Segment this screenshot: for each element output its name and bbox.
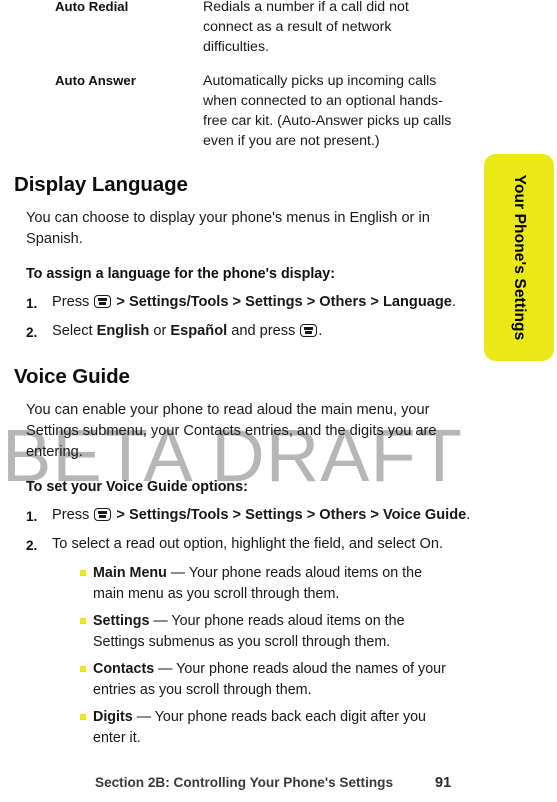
step-period: . (318, 323, 323, 339)
step-press-label: Press (52, 294, 90, 310)
page-footer: Section 2B: Controlling Your Phone's Set… (0, 775, 557, 791)
menu-ok-key-icon (94, 295, 112, 308)
setting-name: Auto Answer (55, 73, 136, 88)
footer-page-number: 91 (435, 775, 452, 791)
option-dash: — (166, 565, 189, 581)
step-press-label: Press (52, 507, 90, 523)
step-number: 2. (26, 325, 38, 340)
display-language-intro: You can choose to display your phone's m… (26, 210, 430, 247)
step-text: To select a read out option, highlight t… (52, 536, 444, 552)
step-conjunction: or (149, 323, 171, 339)
display-language-heading: Display Language (14, 173, 188, 196)
voice-guide-heading: Voice Guide (14, 365, 130, 388)
setting-name: Auto Redial (55, 0, 129, 14)
menu-ok-key-icon (94, 508, 112, 521)
setting-description: Automatically picks up incoming calls wh… (203, 73, 452, 149)
voice-guide-options-list: Main Menu — Your phone reads aloud items… (0, 563, 557, 748)
footer-section-title: Section 2B: Controlling Your Phone's Set… (95, 775, 394, 790)
option-dash: — (149, 613, 172, 629)
list-item: Main Menu — Your phone reads aloud items… (80, 563, 453, 604)
step-text: Press > Settings/Tools > Settings > Othe… (52, 292, 472, 313)
step-number: 2. (26, 538, 38, 553)
list-item: 1. Press > Settings/Tools > Settings > O… (0, 505, 557, 527)
table-row: Auto Redial Redials a number if a call d… (0, 0, 557, 57)
menu-ok-key-icon (300, 324, 318, 337)
chapter-side-tab-label: Your Phone's Settings (511, 174, 528, 341)
step-period: . (466, 507, 471, 523)
option-english: English (96, 323, 150, 339)
option-dash: — (132, 709, 155, 725)
step-press-suffix: and press (227, 323, 300, 339)
voice-guide-steps: 1. Press > Settings/Tools > Settings > O… (0, 505, 557, 556)
list-item: Digits — Your phone reads back each digi… (80, 707, 453, 748)
step-menu-path: > Settings/Tools > Settings > Others > V… (112, 507, 467, 523)
option-term: Contacts (93, 661, 155, 677)
step-number: 1. (26, 509, 38, 524)
option-term: Settings (93, 613, 150, 629)
option-term: Digits (93, 709, 133, 725)
option-espanol: Español (170, 323, 228, 339)
step-menu-path: > Settings/Tools > Settings > Others > L… (112, 294, 452, 310)
voice-guide-intro: You can enable your phone to read aloud … (26, 402, 437, 460)
setting-description: Redials a number if a call did not conne… (203, 0, 409, 55)
option-dash: — (154, 661, 177, 677)
step-text: Press > Settings/Tools > Settings > Othe… (52, 505, 472, 526)
table-row: Auto Answer Automatically picks up incom… (0, 71, 557, 151)
display-language-steps: 1. Press > Settings/Tools > Settings > O… (0, 292, 557, 343)
settings-table: Auto Redial Redials a number if a call d… (0, 0, 557, 151)
list-item: 2. To select a read out option, highligh… (0, 534, 557, 556)
display-language-lead-in: To assign a language for the phone's dis… (26, 266, 335, 282)
step-period: . (451, 294, 456, 310)
option-term: Main Menu (93, 565, 167, 581)
step-number: 1. (26, 296, 38, 311)
page-content: Auto Redial Redials a number if a call d… (0, 0, 557, 748)
list-item: Contacts — Your phone reads aloud the na… (80, 659, 453, 700)
voice-guide-lead-in: To set your Voice Guide options: (26, 479, 248, 495)
list-item: Settings — Your phone reads aloud items … (80, 611, 453, 652)
list-item: 2. Select English or Español and press . (0, 321, 557, 343)
chapter-side-tab: Your Phone's Settings (484, 154, 554, 361)
list-item: 1. Press > Settings/Tools > Settings > O… (0, 292, 557, 314)
step-select-label: Select (52, 323, 97, 339)
step-text: Select English or Español and press . (52, 321, 472, 342)
